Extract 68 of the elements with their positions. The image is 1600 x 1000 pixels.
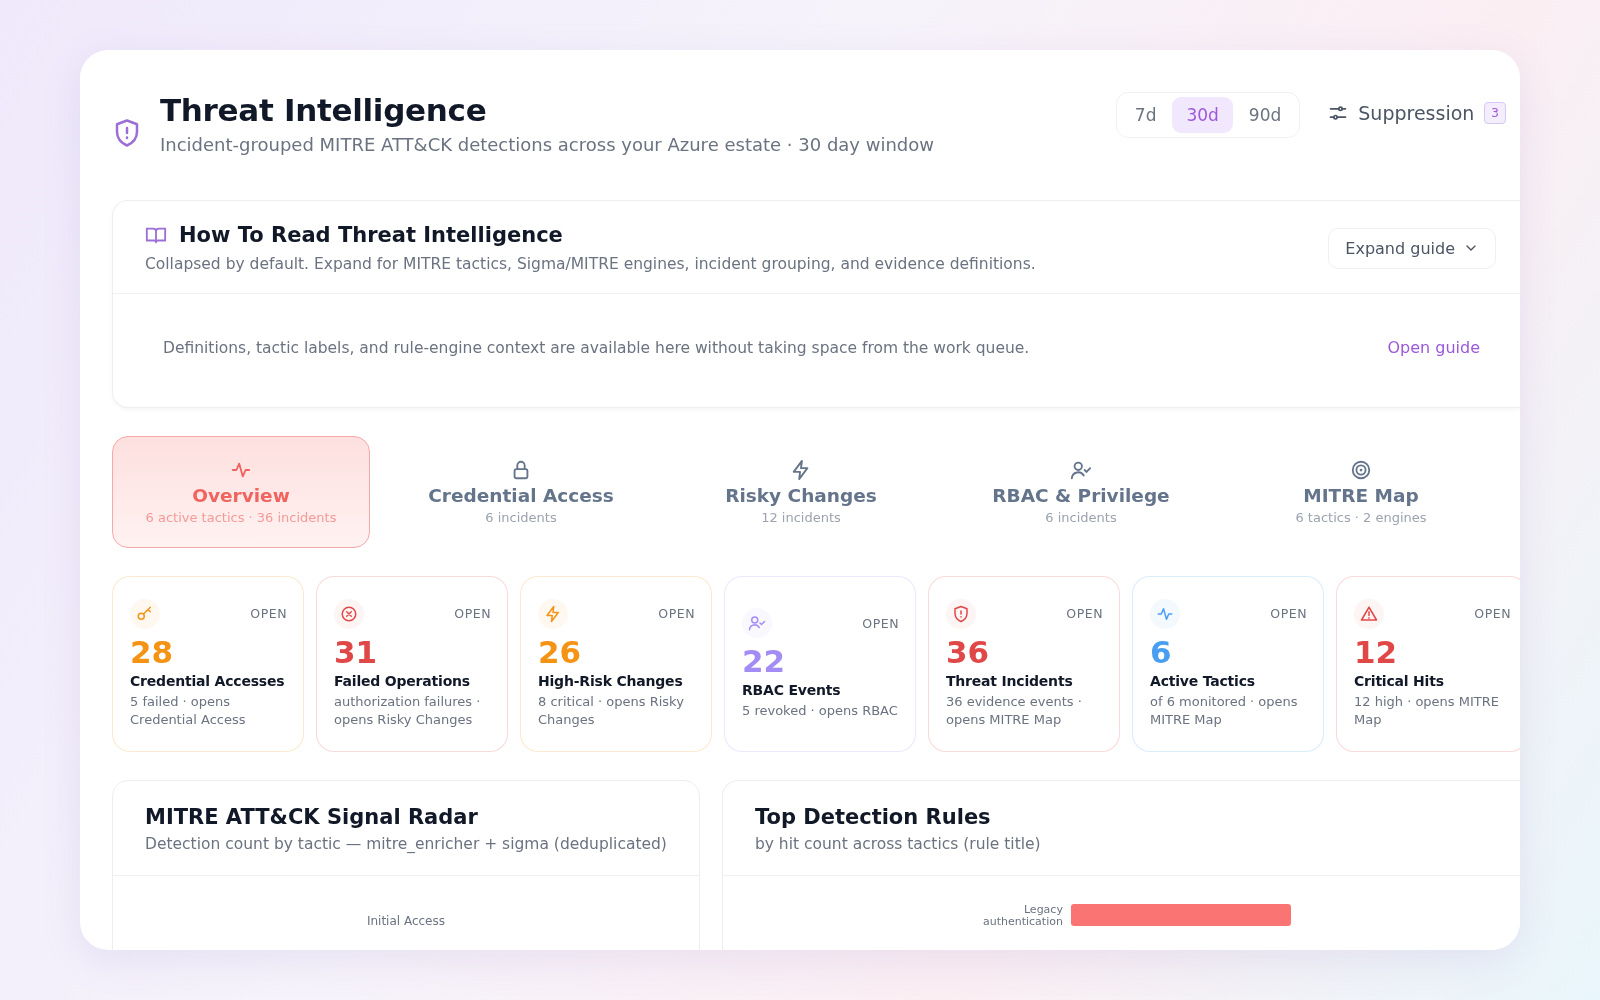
warning-icon [1360,605,1378,623]
stat-title: RBAC Events [742,681,842,698]
stat-card[interactable]: OPEN 28 Credential Accesses 5 failed · opens Credential Access [112,576,304,752]
open-guide-link[interactable]: Open guide [1387,338,1480,357]
guide-title: How To Read Threat Intelligence [179,223,563,247]
stat-card[interactable]: OPEN 22 RBAC Events 5 revoked · opens RBAC [724,576,916,752]
stat-detail: 5 failed · opens Credential Access [130,692,247,729]
guide-description: Collapsed by default. Expand for MITRE tactics, Sigma/MITRE engines, incident grouping, and evidence definitions. [145,255,1037,273]
stat-title: Critical Hits [1354,672,1445,689]
panel-title: Top Detection Rules [754,805,992,829]
stat-title: Threat Incidents [946,672,1074,689]
user-check-icon [1070,459,1092,481]
stat-detail: authorization failures · opens Risky Changes [334,692,482,729]
shield-alert-icon [952,605,970,623]
lightning-icon [544,605,562,623]
open-status[interactable]: OPEN [1474,606,1511,622]
stat-detail: of 6 monitored · opens MITRE Map [1150,692,1299,729]
stat-detail: 12 high · opens MITRE Map [1354,692,1500,729]
x-circle-icon [340,605,358,623]
stat-value: 6 [1150,635,1173,671]
stat-card[interactable]: OPEN 31 Failed Operations authorization failures · opens Risky Changes [316,576,508,752]
open-status[interactable]: OPEN [1066,606,1103,622]
stat-value: 28 [130,635,175,671]
stat-value: 26 [538,635,583,671]
bar-label: Legacy authentication [981,904,1063,928]
stat-title: Failed Operations [334,672,471,689]
range-tab[interactable]: 7d [1120,97,1171,133]
stat-value: 12 [1354,635,1399,671]
category-tab[interactable]: Risky Changes 12 incidents [672,436,930,548]
page-title: Threat Intelligence [160,92,488,128]
user-check-icon [748,614,766,633]
stat-detail: 8 critical · opens Risky Changes [538,692,685,729]
guide-body-text: Definitions, tactic labels, and rule-engine context are available here without taking space from the work queue. [163,338,1031,357]
stat-card[interactable]: OPEN 26 High-Risk Changes 8 critical · opens Risky Changes [520,576,712,752]
open-status[interactable]: OPEN [862,615,899,631]
stat-card[interactable]: OPEN 12 Critical Hits 12 high · opens MITRE Map [1336,576,1520,752]
stat-card[interactable]: OPEN 6 Active Tactics of 6 monitored · opens MITRE Map [1132,576,1324,752]
stat-value: 36 [946,635,991,671]
category-tab[interactable]: Overview 6 active tactics · 36 incidents [112,436,370,548]
stat-title: High-Risk Changes [538,672,684,689]
open-status[interactable]: OPEN [1270,606,1307,622]
stat-detail: 36 evidence events · opens MITRE Map [946,692,1083,729]
suppression-button[interactable]: Suppression 3 [1324,98,1510,128]
stat-title: Active Tactics [1150,672,1256,689]
category-tab[interactable]: RBAC & Privilege 6 incidents [952,436,1210,548]
page-subtitle: Incident-grouped MITRE ATT&CK detections across your Azure estate · 30 day window [160,134,935,155]
category-tab[interactable]: MITRE Map 6 tactics · 2 engines [1232,436,1490,548]
open-status[interactable]: OPEN [454,606,491,622]
stat-detail: 5 revoked · opens RBAC [742,701,899,720]
stat-value: 22 [742,644,787,680]
target-icon [1350,459,1372,481]
key-icon [136,605,154,623]
count-badge: 3 [1484,102,1506,124]
category-tab[interactable]: Credential Access 6 incidents [392,436,650,548]
range-tab[interactable]: 90d [1234,97,1296,133]
stat-title: Credential Accesses [130,672,286,689]
stat-card[interactable]: OPEN 36 Threat Incidents 36 evidence events · opens MITRE Map [928,576,1120,752]
range-tab[interactable]: 30d [1172,97,1233,133]
sliders-icon [1328,103,1349,123]
pulse-icon [1156,605,1174,623]
open-status[interactable]: OPEN [250,606,287,622]
panel-subtitle: by hit count across tactics (rule title) [754,835,1042,853]
panel-title: MITRE ATT&CK Signal Radar [145,805,479,829]
expand-guide-button[interactable]: Expand guide [1328,227,1496,269]
stat-value: 31 [334,635,379,671]
axis-label: Initial Access [366,914,445,928]
open-status[interactable]: OPEN [658,606,695,622]
panel-subtitle: Detection count by tactic — mitre_enricher + sigma (deduplicated) [145,835,667,853]
